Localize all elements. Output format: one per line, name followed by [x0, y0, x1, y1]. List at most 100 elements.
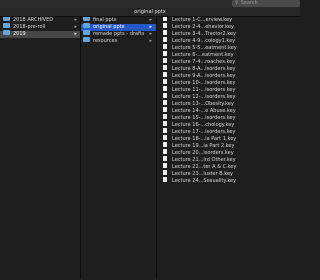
- folder-row-2018-pre-roll[interactable]: 2018-pre-roll ▸: [0, 23, 80, 31]
- file-row[interactable]: Lecture 1-C...erview.key: [157, 17, 300, 24]
- folder-label: original pptx: [93, 24, 125, 30]
- file-name: Lecture 23...luster B.key: [172, 171, 234, 177]
- keynote-file-icon: [163, 163, 167, 168]
- file-name: Lecture 5-5...eatment.key: [172, 45, 237, 51]
- file-row[interactable]: Lecture 9-A...isorders.key: [157, 72, 300, 80]
- file-row[interactable]: Lecture 17-...isorders.key: [157, 128, 300, 136]
- file-row[interactable]: Lecture 10-...isorders.key: [157, 79, 300, 87]
- search-field[interactable]: ⚲ Search: [232, 0, 300, 7]
- file-name: Lecture 8-A...isorders.key: [172, 66, 236, 72]
- file-row[interactable]: Lecture 4-9...cology1.key: [157, 37, 300, 45]
- file-name: Lecture 3-4...Tractor2.key: [172, 31, 236, 37]
- chevron-right-icon: ▸: [149, 24, 152, 30]
- folder-icon: [83, 30, 90, 35]
- keynote-file-icon: [163, 170, 167, 175]
- file-row[interactable]: Lecture 23...luster B.key: [157, 170, 300, 178]
- file-name: Lecture 6-...eatment.key: [172, 52, 234, 58]
- file-name: Lecture 7-4...roaches.key: [172, 59, 236, 65]
- folder-icon: [3, 17, 10, 21]
- file-name: Lecture 17-...isorders.key: [172, 129, 236, 135]
- chevron-right-icon: ▸: [74, 31, 77, 37]
- file-row[interactable]: Lecture 3-4...Tractor2.key: [157, 30, 300, 38]
- keynote-file-icon: [163, 156, 167, 161]
- file-name: Lecture 19...ia Part 2.key: [172, 143, 235, 149]
- file-list: Lecture 1-C...erview.key Lecture 2-4...eh…: [157, 17, 300, 185]
- folder-icon: [83, 17, 90, 21]
- keynote-file-icon: [163, 65, 167, 70]
- file-name: Lecture 16-...chology.key: [172, 122, 235, 128]
- keynote-file-icon: [163, 86, 167, 91]
- file-name: Lecture 22...ter A & C.key: [172, 164, 237, 170]
- folder-label: resources: [93, 38, 118, 44]
- folder-row-resources[interactable]: resources ▸: [81, 37, 156, 45]
- file-row[interactable]: Lecture 22...ter A & C.key: [157, 163, 300, 171]
- file-name: Lecture 18-...ia Part 1.key: [172, 136, 237, 142]
- folder-row-remade-ppts-drafts[interactable]: remade ppts - drafts ▸: [81, 30, 156, 38]
- file-row[interactable]: Lecture 14-...e Abuse.key: [157, 107, 300, 115]
- folder-row-2019[interactable]: 2019 ▸: [0, 30, 80, 38]
- file-name: Lecture 1-C...erview.key: [172, 17, 233, 23]
- file-row[interactable]: Lecture 24...Sexuality.key: [157, 177, 300, 185]
- file-row[interactable]: Lecture 20...isorders.key: [157, 149, 300, 157]
- column-year-folders[interactable]: 2018 ARCHIVED ▸ 2018-pre-roll ▸ 2019 ▸: [0, 17, 81, 279]
- file-row[interactable]: Lecture 8-A...isorders.key: [157, 65, 300, 73]
- chevron-right-icon: ▸: [149, 38, 152, 44]
- chevron-right-icon: ▸: [74, 24, 77, 30]
- keynote-file-icon: [163, 37, 167, 42]
- file-row[interactable]: Lecture 12-...isorders.key: [157, 93, 300, 101]
- file-name: Lecture 20...isorders.key: [172, 150, 234, 156]
- file-name: Lecture 2-4...ehavior.key: [172, 24, 234, 30]
- file-name: Lecture 15-...isorders.key: [172, 115, 236, 121]
- keynote-file-icon: [163, 51, 167, 56]
- file-row[interactable]: Lecture 16-...chology.key: [157, 121, 300, 129]
- folder-label: 2018 ARCHIVED: [13, 17, 54, 23]
- folder-row-final-pptx[interactable]: final pptx ▸: [81, 17, 156, 24]
- keynote-file-icon: [163, 135, 167, 140]
- magnifier-icon: ⚲: [235, 0, 239, 6]
- file-name: Lecture 9-A...isorders.key: [172, 73, 236, 79]
- file-name: Lecture 14-...e Abuse.key: [172, 108, 236, 114]
- file-name: Lecture 12-...isorders.key: [172, 94, 236, 100]
- file-row[interactable]: Lecture 19...ia Part 2.key: [157, 142, 300, 150]
- file-name: Lecture 13-...Obesity.key: [172, 101, 234, 107]
- current-folder-title: original pptx: [134, 9, 166, 15]
- folder-icon: [3, 23, 10, 28]
- folder-icon: [83, 23, 90, 28]
- folder-label: 2019: [13, 31, 26, 37]
- file-row[interactable]: Lecture 13-...Obesity.key: [157, 100, 300, 108]
- file-row[interactable]: Lecture 15-...isorders.key: [157, 114, 300, 122]
- keynote-file-icon: [163, 93, 167, 98]
- folder-row-2018-archived[interactable]: 2018 ARCHIVED ▸: [0, 17, 80, 24]
- column-2019-subfolders[interactable]: final pptx ▸ original pptx ▸ remade ppts -…: [81, 17, 157, 279]
- keynote-file-icon: [163, 79, 167, 84]
- keynote-file-icon: [163, 17, 167, 21]
- chevron-right-icon: ▸: [74, 17, 77, 23]
- chevron-right-icon: ▸: [149, 31, 152, 37]
- file-row[interactable]: Lecture 11-...isorders.key: [157, 86, 300, 94]
- file-row[interactable]: Lecture 18-...ia Part 1.key: [157, 135, 300, 143]
- folder-label: 2018-pre-roll: [13, 24, 46, 30]
- chevron-right-icon: ▸: [149, 17, 152, 23]
- path-title-bar: original pptx: [0, 8, 300, 17]
- keynote-file-icon: [163, 30, 167, 35]
- keynote-file-icon: [163, 107, 167, 112]
- file-name: Lecture 10-...isorders.key: [172, 80, 236, 86]
- folder-label: remade ppts - drafts: [93, 31, 145, 37]
- file-row[interactable]: Lecture 5-5...eatment.key: [157, 44, 300, 52]
- keynote-file-icon: [163, 44, 167, 49]
- keynote-file-icon: [163, 121, 167, 126]
- keynote-file-icon: [163, 72, 167, 77]
- column-original-pptx-files[interactable]: Lecture 1-C...erview.key Lecture 2-4...eh…: [157, 17, 300, 279]
- keynote-file-icon: [163, 128, 167, 133]
- file-row[interactable]: Lecture 6-...eatment.key: [157, 51, 300, 59]
- folder-row-original-pptx[interactable]: original pptx ▸: [81, 23, 156, 31]
- search-placeholder: Search: [240, 0, 258, 6]
- file-row[interactable]: Lecture 7-4...roaches.key: [157, 58, 300, 66]
- keynote-file-icon: [163, 177, 167, 182]
- folder-icon: [3, 30, 10, 35]
- file-name: Lecture 11-...isorders.key: [172, 87, 236, 93]
- file-row[interactable]: Lecture 21...ird Other.key: [157, 156, 300, 164]
- file-row[interactable]: Lecture 2-4...ehavior.key: [157, 23, 300, 31]
- keynote-file-icon: [163, 149, 167, 154]
- keynote-file-icon: [163, 23, 167, 28]
